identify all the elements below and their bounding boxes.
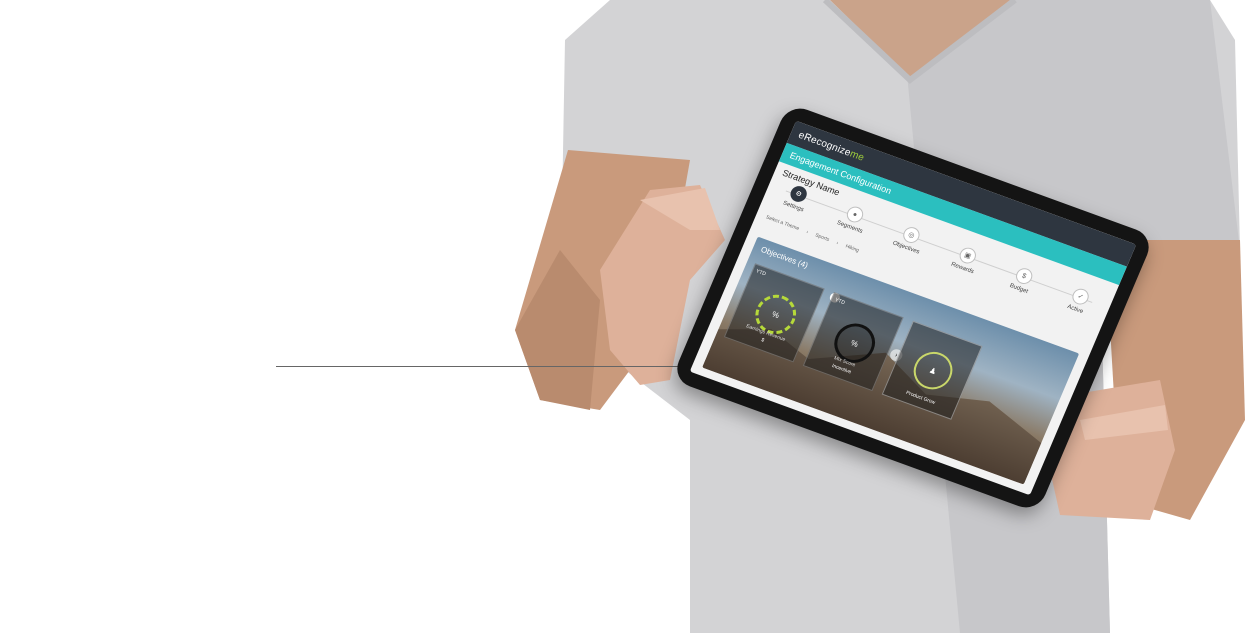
ytd-label: YTD bbox=[754, 268, 767, 278]
tablet-frame: eRecognizeme Engagement Configuration St… bbox=[671, 103, 1155, 513]
objectives-title: Objectives (4) bbox=[759, 244, 810, 271]
percent-label: % bbox=[849, 337, 860, 349]
hiker-icon: ♟ bbox=[927, 365, 939, 377]
tablet-screen: eRecognizeme Engagement Configuration St… bbox=[689, 120, 1137, 496]
breadcrumb-separator: › bbox=[835, 240, 840, 247]
step-label: Objectives bbox=[891, 240, 921, 256]
step-label: Segments bbox=[835, 220, 864, 235]
breadcrumb-separator: › bbox=[805, 229, 810, 236]
step-label: Active bbox=[1066, 303, 1084, 316]
step-label: Budget bbox=[1008, 282, 1029, 296]
tablet-device: eRecognizeme Engagement Configuration St… bbox=[656, 103, 1155, 540]
step-label: Settings bbox=[781, 200, 805, 214]
step-label: Rewards bbox=[950, 261, 975, 276]
logo-suffix: me bbox=[848, 148, 867, 164]
ytd-label: YTD bbox=[833, 297, 846, 307]
percent-label: % bbox=[770, 309, 781, 320]
progress-ring: ♟ bbox=[907, 346, 959, 395]
